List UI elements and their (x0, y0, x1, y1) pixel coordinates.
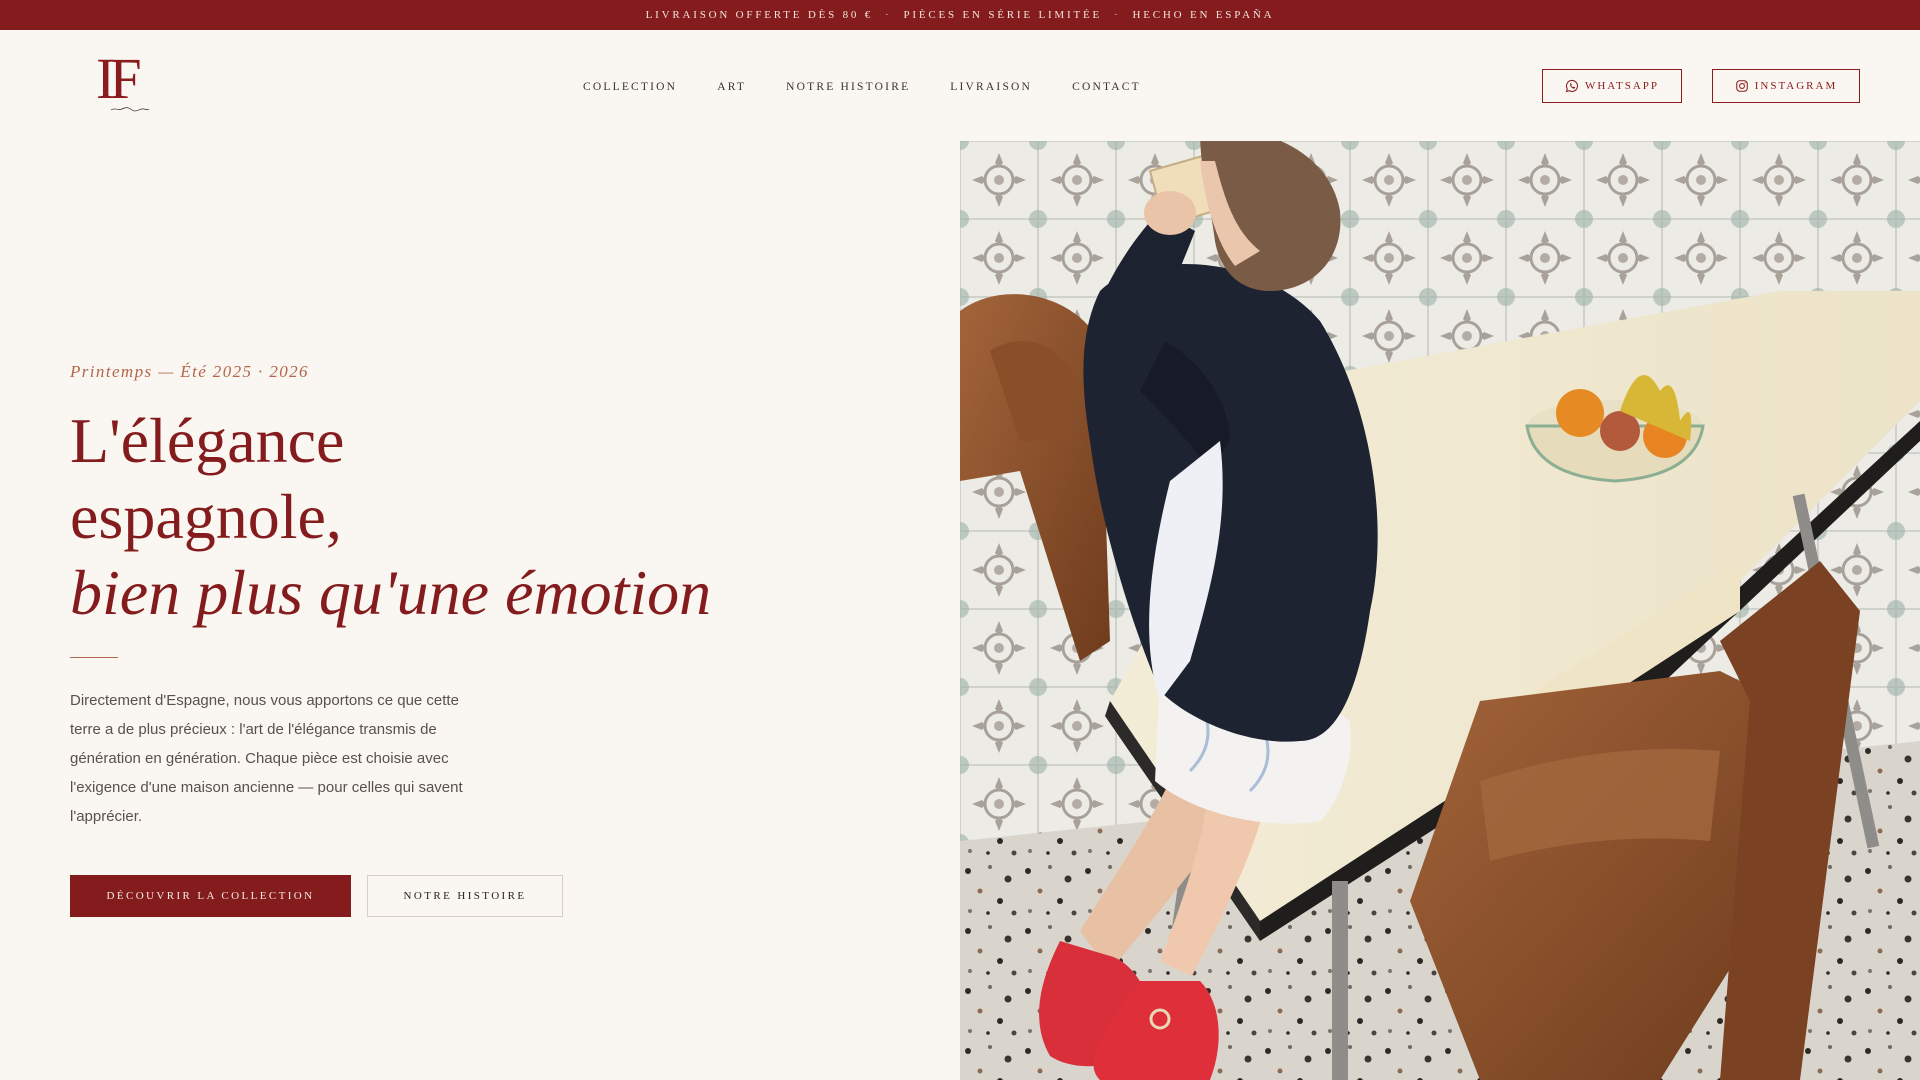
instagram-icon (1735, 80, 1748, 92)
hero-headline: L'élégance espagnole, bien plus qu'une é… (70, 403, 830, 631)
brand-logo[interactable]: IF (96, 50, 152, 116)
logo-signature (110, 107, 150, 112)
hero-lead-paragraph: Directement d'Espagne, nous vous apporto… (70, 692, 463, 825)
hero-season-eyebrow: Printemps — Été 2025 · 2026 (70, 362, 309, 381)
headline-line-1: L'élégance (70, 405, 345, 476)
whatsapp-button[interactable]: WHATSAPP (1542, 69, 1682, 103)
instagram-button[interactable]: INSTAGRAM (1712, 69, 1860, 103)
nav-item-contact[interactable]: CONTACT (1072, 81, 1141, 93)
nav-item-livraison[interactable]: LIVRAISON (950, 81, 1032, 93)
hero-divider (70, 657, 118, 658)
announcement-limited: PIÈCES EN SÉRIE LIMITÉE (903, 9, 1103, 21)
headline-line-2: espagnole, (70, 481, 342, 552)
announcement-made-in: HECHO EN ESPAÑA (1132, 9, 1275, 21)
headline-line-3: bien plus qu'une émotion (70, 557, 712, 628)
site-header: IF COLLECTION ART NOTRE HISTOIRE LIVRAIS… (0, 30, 1920, 140)
discover-collection-button[interactable]: DÉCOUVRIR LA COLLECTION (70, 875, 351, 917)
announcement-bar: LIVRAISON OFFERTE DÈS 80 € · PIÈCES EN S… (0, 0, 1920, 30)
nav-item-collection[interactable]: COLLECTION (583, 81, 677, 93)
announcement-separator: · (1114, 9, 1121, 21)
whatsapp-label: WHATSAPP (1584, 80, 1660, 92)
nav-item-art[interactable]: ART (717, 81, 746, 93)
hero-photo-illustration (960, 141, 1920, 1080)
logo-monogram: IF (96, 46, 142, 111)
main-nav: COLLECTION ART NOTRE HISTOIRE LIVRAISON … (583, 81, 1181, 93)
whatsapp-icon (1565, 79, 1578, 93)
our-story-button[interactable]: NOTRE HISTOIRE (367, 875, 563, 917)
nav-item-notre-histoire[interactable]: NOTRE HISTOIRE (786, 81, 910, 93)
instagram-label: INSTAGRAM (1754, 80, 1838, 92)
announcement-shipping: LIVRAISON OFFERTE DÈS 80 € (645, 9, 874, 21)
hero-photo (960, 141, 1920, 1080)
announcement-separator: · (885, 9, 892, 21)
